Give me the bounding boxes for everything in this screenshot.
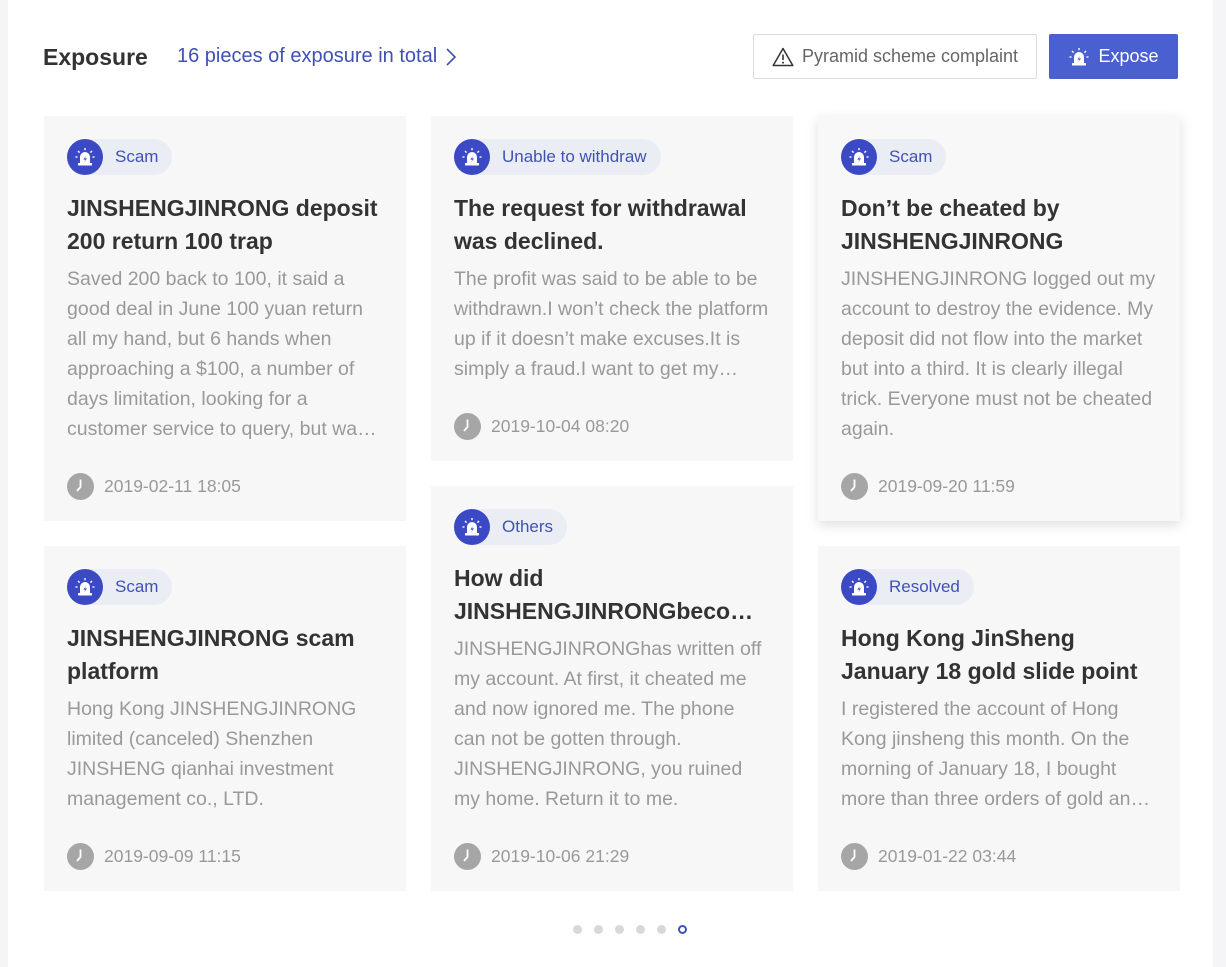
exposure-card[interactable]: Scam JINSHENGJINRONG deposit 200 return … (44, 116, 406, 521)
category-label: Others (502, 517, 554, 536)
alarm-icon (454, 139, 490, 175)
card-time: 2019-09-20 11:59 (841, 473, 1157, 500)
page-dot-4[interactable] (636, 925, 645, 934)
category-label: Scam (115, 147, 159, 166)
page-dot-6-active[interactable] (678, 925, 687, 934)
card-body: JINSHENGJINRONG logged out my account to… (841, 268, 1156, 440)
page-dot-1[interactable] (573, 925, 582, 934)
alarm-icon (454, 509, 490, 545)
card-title: Don’t be cheated by JINSHENGJINRONG (841, 195, 1064, 254)
card-time-label: 2019-09-20 11:59 (878, 476, 1015, 496)
card-body: Saved 200 back to 100, it said a good de… (67, 268, 367, 440)
card-title: Hong Kong JinSheng January 18 gold slide… (841, 625, 1138, 684)
clock-icon (67, 473, 94, 500)
card-body: The profit was said to be able to be wit… (454, 268, 769, 380)
category-tag: Scam (67, 139, 173, 175)
card-time-label: 2019-09-09 11:15 (104, 846, 241, 866)
total-exposure-link[interactable]: 16 pieces of exposure in total (177, 45, 457, 68)
warning-icon (772, 47, 794, 66)
category-label: Scam (889, 147, 933, 166)
card-time-label: 2019-01-22 03:44 (878, 846, 1017, 866)
category-label: Unable to withdraw (502, 147, 647, 166)
card-body: I registered the account of Hong Kong ji… (841, 698, 1142, 810)
exposure-card[interactable]: Scam Don’t be cheated by JINSHENGJINRONG… (818, 116, 1180, 521)
alarm-icon (841, 139, 877, 175)
exposure-card[interactable]: Resolved Hong Kong JinSheng January 18 g… (818, 546, 1180, 891)
card-time: 2019-02-11 18:05 (67, 473, 383, 500)
clock-icon (841, 473, 868, 500)
section-title: Exposure (43, 44, 148, 70)
page-dot-5[interactable] (657, 925, 666, 934)
card-time: 2019-10-06 21:29 (454, 843, 770, 870)
alarm-icon (67, 139, 103, 175)
clock-icon (67, 843, 94, 870)
card-time-label: 2019-10-04 08:20 (491, 416, 630, 436)
clock-icon (454, 413, 481, 440)
category-tag: Unable to withdraw (454, 139, 661, 175)
category-label: Scam (115, 577, 159, 596)
clock-icon (454, 843, 481, 870)
exposure-card[interactable]: Scam JINSHENGJINRONG scam platform Hong … (44, 546, 406, 891)
card-body: Hong Kong JINSHENGJINRONG limited (cance… (67, 698, 357, 810)
total-exposure-label: 16 pieces of exposure in total (177, 45, 438, 67)
card-title: The request for withdrawal was declined. (454, 195, 747, 254)
card-title: How did JINSHENGJINRONGbecome like this? (454, 565, 764, 624)
page-dot-2[interactable] (594, 925, 603, 934)
category-tag: Resolved (841, 569, 974, 605)
exposure-card[interactable]: Unable to withdraw The request for withd… (431, 116, 793, 461)
carousel-pagination (573, 925, 687, 934)
alarm-icon (67, 569, 103, 605)
expose-button[interactable]: Expose (1049, 34, 1178, 79)
card-title: JINSHENGJINRONG scam platform (67, 625, 355, 684)
category-tag: Scam (841, 139, 947, 175)
card-time: 2019-01-22 03:44 (841, 843, 1157, 870)
alarm-icon (841, 569, 877, 605)
card-title: JINSHENGJINRONG deposit 200 return 100 t… (67, 195, 378, 254)
card-time: 2019-10-04 08:20 (454, 413, 770, 440)
clock-icon (841, 843, 868, 870)
exposure-panel: Exposure 16 pieces of exposure in total … (8, 0, 1213, 967)
exposure-card[interactable]: Others How did JINSHENGJINRONGbecome lik… (431, 486, 793, 891)
card-time-label: 2019-10-06 21:29 (491, 846, 630, 866)
card-time: 2019-09-09 11:15 (67, 843, 383, 870)
chevron-right-icon (446, 47, 457, 66)
alarm-icon (1069, 47, 1089, 65)
page-dot-3[interactable] (615, 925, 624, 934)
category-label: Resolved (889, 577, 960, 596)
category-tag: Others (454, 509, 568, 545)
expose-label: Expose (1098, 46, 1159, 66)
pyramid-complaint-label: Pyramid scheme complaint (801, 46, 1019, 66)
card-time-label: 2019-02-11 18:05 (104, 476, 241, 496)
card-body: JINSHENGJINRONGhas written off my accoun… (454, 638, 762, 810)
pyramid-complaint-button[interactable]: Pyramid scheme complaint (753, 34, 1037, 79)
category-tag: Scam (67, 569, 173, 605)
